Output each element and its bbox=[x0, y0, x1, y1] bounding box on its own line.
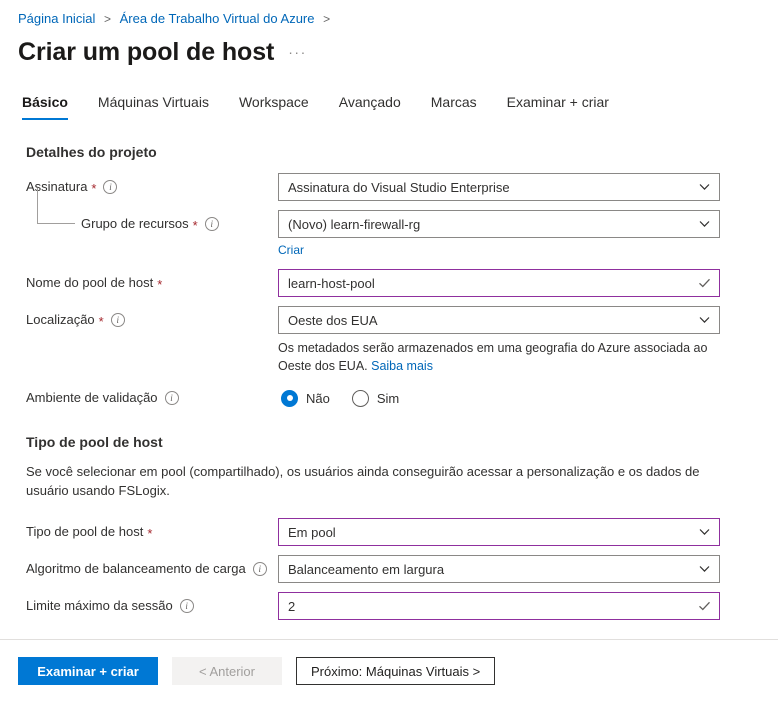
field-row-location: Localização * i Oeste dos EUA Os metadad… bbox=[0, 297, 778, 375]
checkmark-icon bbox=[698, 277, 711, 290]
pool-type-dropdown[interactable]: Em pool bbox=[278, 518, 720, 546]
label-validation-environment: Ambiente de validação i bbox=[26, 384, 278, 412]
radio-validation-nao[interactable]: Não bbox=[281, 389, 330, 407]
info-icon[interactable]: i bbox=[252, 562, 267, 576]
control-load-balancing: Balanceamento em largura bbox=[278, 555, 778, 583]
breadcrumb-item-home[interactable]: Página Inicial bbox=[18, 11, 95, 26]
resource-group-dropdown[interactable]: (Novo) learn-firewall-rg bbox=[278, 210, 720, 238]
info-icon[interactable]: i bbox=[204, 217, 219, 231]
info-icon[interactable]: i bbox=[179, 599, 194, 613]
label-max-session-limit: Limite máximo da sessão i bbox=[26, 592, 278, 620]
resource-group-value: (Novo) learn-firewall-rg bbox=[288, 216, 421, 232]
create-resource-group-link[interactable]: Criar bbox=[278, 240, 304, 260]
tab-marcas[interactable]: Marcas bbox=[431, 93, 477, 120]
required-asterisk: * bbox=[98, 313, 104, 329]
breadcrumb: Página Inicial > Área de Trabalho Virtua… bbox=[0, 0, 778, 28]
label-location-text: Localização bbox=[26, 312, 95, 327]
label-subscription-text: Assinatura bbox=[26, 179, 88, 194]
tab-examinar-criar[interactable]: Examinar + criar bbox=[507, 93, 609, 120]
radio-mark-unselected bbox=[351, 389, 369, 407]
page-header: Criar um pool de host ··· bbox=[0, 28, 778, 68]
info-icon[interactable]: i bbox=[164, 391, 179, 405]
max-session-limit-value: 2 bbox=[288, 598, 296, 614]
field-row-max-session-limit: Limite máximo da sessão i 2 bbox=[0, 583, 778, 620]
breadcrumb-separator: > bbox=[103, 12, 111, 26]
checkmark-icon bbox=[698, 600, 711, 613]
pool-type-value: Em pool bbox=[288, 524, 336, 540]
label-resource-group: Grupo de recursos * i bbox=[26, 188, 278, 238]
location-help-text-body: Os metadados serão armazenados em uma ge… bbox=[278, 341, 708, 373]
location-learn-more-link[interactable]: Saiba mais bbox=[371, 359, 433, 373]
chevron-down-icon bbox=[699, 219, 710, 230]
radio-label-sim: Sim bbox=[376, 390, 400, 406]
label-resource-group-text: Grupo de recursos bbox=[81, 216, 189, 231]
label-max-session-limit-text: Limite máximo da sessão bbox=[26, 598, 173, 613]
required-asterisk: * bbox=[157, 276, 163, 292]
required-asterisk: * bbox=[91, 180, 97, 196]
location-help-text: Os metadados serão armazenados em uma ge… bbox=[278, 339, 726, 375]
required-asterisk: * bbox=[192, 217, 198, 233]
control-resource-group: (Novo) learn-firewall-rg Criar bbox=[278, 210, 778, 260]
control-subscription: Assinatura do Visual Studio Enterprise bbox=[278, 173, 778, 201]
breadcrumb-separator-2: > bbox=[323, 12, 331, 26]
form-body: Detalhes do projeto Assinatura * i Assin… bbox=[0, 120, 778, 620]
control-host-pool-name: learn-host-pool bbox=[278, 269, 778, 297]
field-row-load-balancing: Algoritmo de balanceamento de carga i Ba… bbox=[0, 546, 778, 583]
control-location: Oeste dos EUA Os metadados serão armazen… bbox=[278, 306, 778, 375]
chevron-down-icon bbox=[699, 564, 710, 575]
chevron-down-icon bbox=[699, 182, 710, 193]
label-host-pool-name: Nome do pool de host * bbox=[26, 269, 278, 297]
control-validation-environment: Não Sim bbox=[278, 384, 778, 412]
footer-action-bar: Examinar + criar < Anterior Próximo: Máq… bbox=[0, 640, 778, 702]
breadcrumb-item-avd[interactable]: Área de Trabalho Virtual do Azure bbox=[120, 11, 315, 26]
subscription-dropdown[interactable]: Assinatura do Visual Studio Enterprise bbox=[278, 173, 720, 201]
field-row-pool-type: Tipo de pool de host * Em pool bbox=[0, 504, 778, 546]
page-title: Criar um pool de host bbox=[18, 38, 275, 66]
radio-mark-selected bbox=[281, 389, 298, 407]
tab-basico[interactable]: Básico bbox=[22, 93, 68, 120]
chevron-down-icon bbox=[699, 527, 710, 538]
field-row-resource-group: Grupo de recursos * i (Novo) learn-firew… bbox=[0, 188, 778, 260]
previous-button[interactable]: < Anterior bbox=[172, 657, 282, 685]
field-row-host-pool-name: Nome do pool de host * learn-host-pool bbox=[0, 260, 778, 297]
label-pool-type: Tipo de pool de host * bbox=[26, 518, 278, 546]
label-pool-type-text: Tipo de pool de host bbox=[26, 524, 144, 539]
section-heading-project-details: Detalhes do projeto bbox=[26, 144, 157, 160]
load-balancing-value: Balanceamento em largura bbox=[288, 561, 445, 577]
location-dropdown[interactable]: Oeste dos EUA bbox=[278, 306, 720, 334]
section-heading-host-pool-type: Tipo de pool de host bbox=[26, 434, 163, 450]
subscription-value: Assinatura do Visual Studio Enterprise bbox=[288, 179, 510, 195]
radio-label-nao: Não bbox=[306, 390, 330, 406]
label-host-pool-name-text: Nome do pool de host bbox=[26, 275, 154, 290]
label-load-balancing: Algoritmo de balanceamento de carga i bbox=[26, 555, 278, 583]
tab-workspace[interactable]: Workspace bbox=[239, 93, 309, 120]
radio-validation-sim[interactable]: Sim bbox=[351, 389, 400, 407]
field-row-validation-environment: Ambiente de validação i Não Sim bbox=[0, 375, 778, 412]
next-button[interactable]: Próximo: Máquinas Virtuais > bbox=[296, 657, 496, 685]
validation-environment-radio-group: Não Sim bbox=[278, 384, 778, 412]
host-pool-name-input[interactable]: learn-host-pool bbox=[278, 269, 720, 297]
tab-avancado[interactable]: Avançado bbox=[339, 93, 401, 120]
host-pool-type-description: Se você selecionar em pool (compartilhad… bbox=[26, 464, 700, 498]
chevron-down-icon bbox=[699, 315, 710, 326]
tab-maquinas-virtuais[interactable]: Máquinas Virtuais bbox=[98, 93, 209, 120]
field-row-subscription: Assinatura * i Assinatura do Visual Stud… bbox=[0, 164, 778, 201]
info-icon[interactable]: i bbox=[110, 313, 125, 327]
label-validation-environment-text: Ambiente de validação bbox=[26, 390, 158, 405]
label-load-balancing-text: Algoritmo de balanceamento de carga bbox=[26, 561, 246, 576]
control-max-session-limit: 2 bbox=[278, 592, 778, 620]
load-balancing-dropdown[interactable]: Balanceamento em largura bbox=[278, 555, 720, 583]
control-pool-type: Em pool bbox=[278, 518, 778, 546]
host-pool-name-value: learn-host-pool bbox=[288, 275, 375, 291]
required-asterisk: * bbox=[147, 525, 153, 541]
location-value: Oeste dos EUA bbox=[288, 312, 378, 328]
info-icon[interactable]: i bbox=[103, 180, 118, 194]
review-create-button[interactable]: Examinar + criar bbox=[18, 657, 158, 685]
create-host-pool-page: Página Inicial > Área de Trabalho Virtua… bbox=[0, 0, 778, 702]
max-session-limit-input[interactable]: 2 bbox=[278, 592, 720, 620]
more-options-icon[interactable]: ··· bbox=[288, 45, 307, 59]
label-location: Localização * i bbox=[26, 306, 278, 334]
tab-bar: Básico Máquinas Virtuais Workspace Avanç… bbox=[0, 68, 778, 120]
label-subscription: Assinatura * i bbox=[26, 173, 278, 201]
